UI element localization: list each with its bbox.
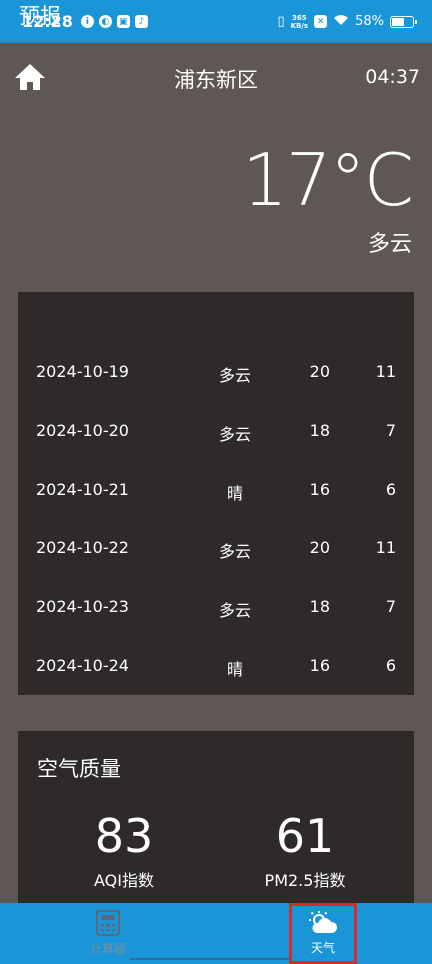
- info-icon: i: [80, 15, 94, 28]
- forecast-condition: 多云: [218, 366, 251, 385]
- forecast-date: 2024-10-23: [36, 597, 129, 617]
- forecast-low: 6: [385, 656, 396, 675]
- nav-weather[interactable]: 天气: [289, 903, 357, 964]
- clock: 04:37: [365, 66, 420, 88]
- aqi-label: AQI指数: [94, 871, 154, 890]
- status-bar: 12:28 i ◐ ▣ ♪ ▯ 365 KB/s ✕ 58%: [0, 0, 432, 43]
- forecast-condition: 晴: [226, 660, 243, 679]
- net-speed-unit: KB/s: [290, 21, 309, 30]
- battery-icon: [390, 15, 417, 28]
- air-quality-title: 空气质量: [37, 757, 121, 781]
- forecast-date: 2024-10-24: [36, 656, 129, 675]
- forecast-condition: 多云: [218, 601, 251, 621]
- forecast-condition: 多云: [218, 424, 251, 444]
- current-condition: 多云: [367, 232, 412, 257]
- forecast-title: 预报: [19, 4, 61, 28]
- forecast-high: 16: [309, 479, 330, 499]
- aqi-value: 83: [94, 809, 154, 863]
- weather-cloud-sun-icon: [309, 911, 338, 933]
- forecast-date: 2024-10-21: [36, 479, 129, 499]
- battery-percent: 58%: [355, 14, 384, 29]
- forecast-low: 6: [385, 479, 396, 499]
- nav-divider-line: [130, 958, 290, 960]
- forecast-row: 2024-10-20 多云 18 7: [18, 421, 414, 445]
- bottom-nav: 计算器 天气: [0, 903, 432, 964]
- forecast-date: 2024-10-22: [36, 538, 129, 558]
- battery-fill: [392, 17, 404, 26]
- nav-calculator[interactable]: 计算器: [76, 903, 140, 964]
- forecast-high: 20: [309, 538, 330, 558]
- nav-calculator-label: 计算器: [89, 942, 126, 956]
- calculator-icon: [96, 910, 120, 936]
- forecast-low: 7: [385, 597, 396, 617]
- forecast-date: 2024-10-19: [36, 362, 129, 381]
- forecast-row: 2024-10-23 多云 18 7: [18, 597, 414, 621]
- forecast-high: 18: [309, 597, 330, 617]
- pm25-value: 61: [275, 809, 335, 863]
- forecast-row: 2024-10-22 多云 20 11: [18, 538, 414, 562]
- forecast-condition: 晴: [226, 483, 243, 503]
- pm25-metric: 61 PM2.5指数: [230, 809, 380, 891]
- forecast-high: 18: [309, 420, 330, 440]
- forecast-row: 2024-10-19 多云 20 11: [18, 362, 414, 386]
- current-temperature: 17°C: [242, 138, 414, 222]
- net-speed: 365 KB/s: [291, 14, 308, 30]
- app-leaf-icon: ◐: [98, 15, 112, 28]
- forecast-low: 11: [375, 538, 396, 558]
- forecast-row: 2024-10-21 晴 16 6: [18, 480, 414, 504]
- vibrate-icon: ▯: [277, 14, 285, 29]
- net-speed-value: 365: [292, 13, 307, 22]
- pm25-label: PM2.5指数: [264, 871, 346, 890]
- nav-weather-label: 天气: [310, 941, 335, 955]
- tiktok-icon: ♪: [134, 15, 148, 28]
- forecast-high: 20: [309, 362, 330, 381]
- sim-off-icon: ✕: [314, 15, 328, 28]
- forecast-high: 16: [309, 656, 330, 675]
- forecast-date: 2024-10-20: [36, 420, 129, 440]
- forecast-row: 2024-10-24 晴 16 6: [18, 656, 414, 680]
- air-quality-card: 空气质量 83 AQI指数 61 PM2.5指数: [18, 731, 414, 906]
- aqi-metric: 83 AQI指数: [49, 809, 199, 891]
- forecast-low: 7: [385, 420, 396, 440]
- forecast-low: 11: [375, 362, 396, 381]
- wifi-icon: [333, 14, 349, 30]
- app-store-icon: ▣: [116, 15, 130, 28]
- forecast-condition: 多云: [218, 542, 251, 562]
